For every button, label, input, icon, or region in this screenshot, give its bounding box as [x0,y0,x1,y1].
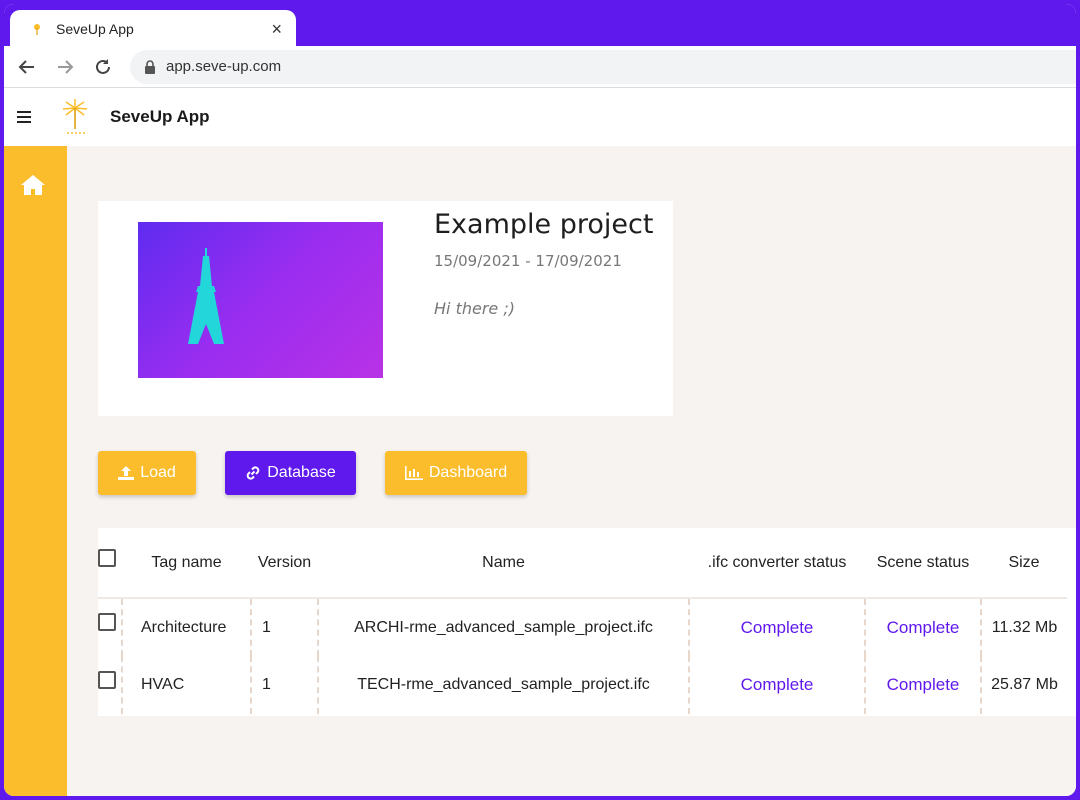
table-row[interactable]: HVAC 1 TECH-rme_advanced_sample_project.… [98,656,1067,714]
scene-status-label: Complete [886,617,960,637]
upload-icon [118,466,135,480]
favicon-icon [30,22,44,36]
address-bar[interactable]: app.seve-up.com [130,49,1076,84]
ifc-status-label: Complete [740,617,814,637]
close-tab-icon[interactable]: × [271,20,282,38]
table-row[interactable]: Architecture 1 ARCHI-rme_advanced_sample… [98,598,1067,656]
project-card: Example project 15/09/2021 - 17/09/2021 … [98,201,673,416]
browser-window: SeveUp App × app.seve-up.com SeveUp App … [4,4,1076,796]
cell-version: 1 [250,656,318,714]
cell-size: 25.87 Mb [980,656,1067,714]
header-name[interactable]: Name [318,528,689,598]
bar-chart-icon [404,466,423,480]
cell-tag-name: HVAC [121,656,251,714]
home-icon[interactable] [20,174,48,200]
header-ifc-status[interactable]: .ifc converter status [689,528,865,598]
tab-title: SeveUp App [56,21,134,37]
hamburger-menu-icon[interactable] [4,97,44,137]
row-checkbox[interactable] [98,613,116,632]
eiffel-tower-icon [188,248,224,344]
reload-icon[interactable] [84,51,122,83]
load-button[interactable]: Load [98,451,196,495]
cell-name: TECH-rme_advanced_sample_project.ifc [317,656,689,714]
cell-ifc-status: Complete [688,656,865,714]
cell-version: 1 [250,598,318,656]
project-title: Example project [434,209,654,240]
header-scene-status[interactable]: Scene status [865,528,981,598]
dashboard-button-label: Dashboard [428,464,508,481]
cell-tag-name: Architecture [121,598,251,656]
project-dates: 15/09/2021 - 17/09/2021 [434,252,622,270]
url-text: app.seve-up.com [166,58,282,75]
header-tag-name[interactable]: Tag name [122,528,251,598]
app-title: SeveUp App [110,107,210,126]
cell-scene-status: Complete [864,598,981,656]
tab-strip: SeveUp App × [4,4,1076,48]
cell-scene-status: Complete [864,656,981,714]
row-checkbox[interactable] [98,670,116,689]
browser-tab[interactable]: SeveUp App × [10,10,296,48]
lock-icon [144,59,156,74]
database-button-label: Database [267,464,336,481]
browser-toolbar: app.seve-up.com [4,46,1076,88]
cell-ifc-status: Complete [688,598,865,656]
sidebar [4,146,67,796]
scene-status-label: Complete [886,675,960,694]
cell-size: 11.32 Mb [980,598,1067,656]
app-root: SeveUp App Example project 15/09/2021 - … [4,88,1076,796]
forward-arrow-icon[interactable] [46,51,84,83]
select-all-cell [98,528,122,598]
project-thumbnail [138,222,383,378]
header-version[interactable]: Version [251,528,318,598]
row-select-cell [98,598,122,656]
back-arrow-icon[interactable] [8,51,46,83]
header-size[interactable]: Size [981,528,1067,598]
cell-name: ARCHI-rme_advanced_sample_project.ifc [317,598,689,656]
models-table: Tag name Version Name .ifc converter sta… [98,528,1076,716]
ifc-status-label: Complete [740,675,814,694]
row-select-cell [98,656,122,714]
link-icon [246,466,260,480]
load-button-label: Load [140,464,176,481]
seveup-logo-icon[interactable] [60,98,90,136]
table-header-row: Tag name Version Name .ifc converter sta… [98,528,1067,598]
dashboard-button[interactable]: Dashboard [385,451,527,495]
database-button[interactable]: Database [225,451,356,495]
project-description: Hi there ;) [434,299,515,318]
app-header: SeveUp App [4,88,1076,146]
select-all-checkbox[interactable] [98,549,116,568]
